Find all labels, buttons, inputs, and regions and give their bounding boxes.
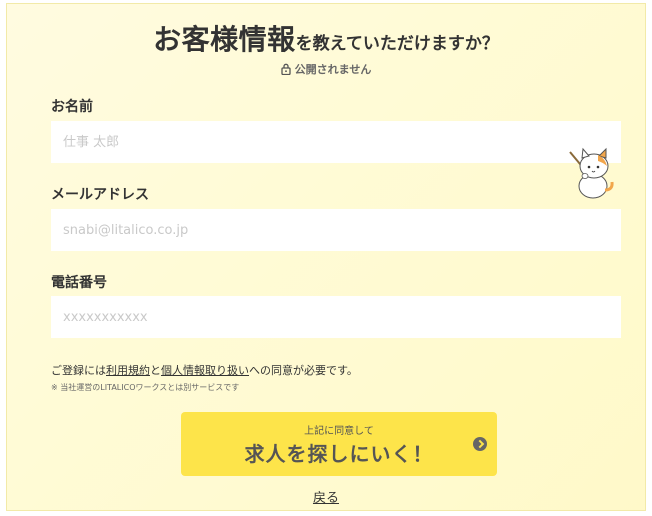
name-label: お名前 (51, 99, 93, 115)
chevron-right-circle-icon (473, 437, 487, 451)
email-label: メールアドレス (51, 187, 149, 203)
submit-button[interactable]: 上記に同意して 求人を探しにいく！ (181, 412, 497, 476)
terms-link[interactable]: 利用規約 (106, 364, 150, 377)
page-title: お客様情報を教えていただけますか？ (7, 18, 645, 58)
title-rest: を教えていただけますか？ (295, 34, 499, 54)
form-panel: お客様情報を教えていただけますか？ 公開されません お名前 メールアドレス (6, 3, 646, 511)
back-link[interactable]: 戻る (7, 487, 645, 506)
privacy-policy-link[interactable]: 個人情報取り扱い (161, 364, 249, 377)
privacy-note: 公開されません (7, 61, 645, 78)
cat-mascot-icon (567, 146, 619, 200)
consent-text: ご登録には利用規約と個人情報取り扱いへの同意が必要です。 (51, 362, 358, 378)
name-field[interactable] (51, 121, 621, 163)
submit-sub-label: 上記に同意して (304, 426, 374, 437)
consent-prefix: ご登録には (51, 364, 106, 377)
phone-field[interactable] (51, 296, 621, 338)
phone-label: 電話番号 (51, 275, 107, 291)
lock-icon (281, 63, 291, 78)
submit-main-label: 求人を探しにいく！ (244, 444, 434, 466)
consent-middle: と (150, 364, 161, 377)
service-note: ※ 当社運営のLITALICOワークスとは別サービスです (51, 383, 240, 392)
title-strong: お客様情報 (153, 23, 296, 56)
email-field[interactable] (51, 209, 621, 251)
consent-suffix: への同意が必要です。 (249, 364, 358, 377)
privacy-note-text: 公開されません (294, 63, 372, 76)
